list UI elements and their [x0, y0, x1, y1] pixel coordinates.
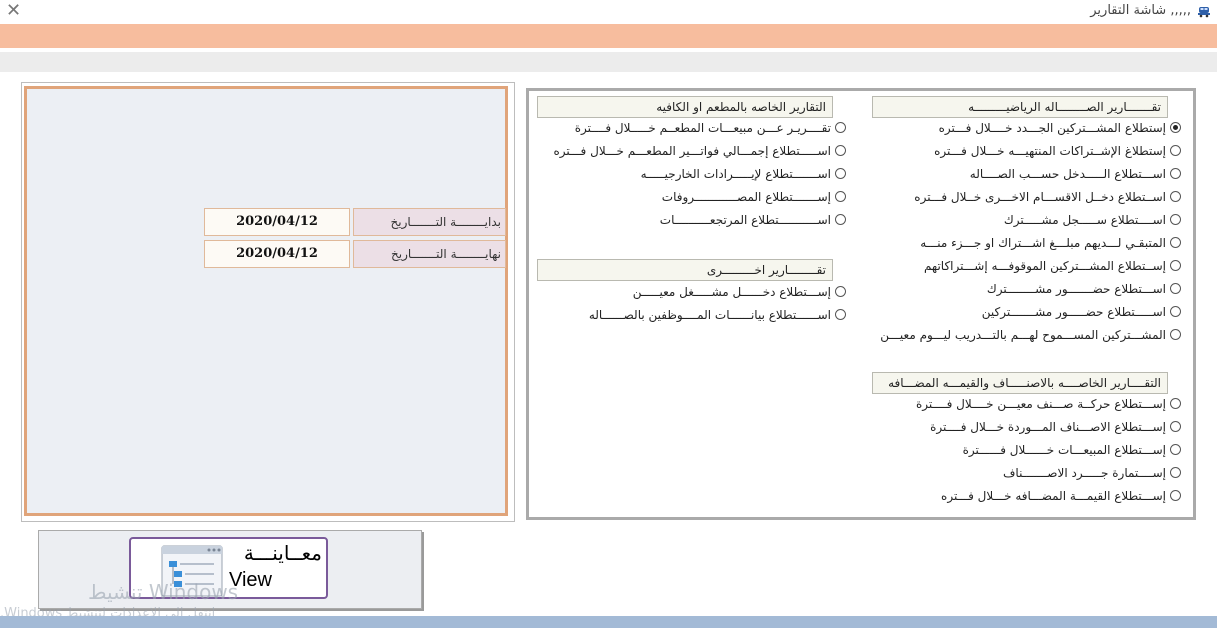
start-date-label: بدايــــــــة التـــــــاريخ [353, 208, 506, 236]
radio-option-label: إســـتطلاع حركــة صـــنف معيـــن خــــلا… [916, 397, 1166, 411]
items-reports-option[interactable]: إســـتطلاع القيمـــة المضـــافه خـــلال … [872, 485, 1184, 507]
radio-button[interactable] [835, 122, 846, 133]
items-reports-option[interactable]: إســـتطلاع حركــة صـــنف معيـــن خــــلا… [872, 393, 1184, 415]
radio-button[interactable] [1170, 398, 1181, 409]
radio-option-label: إســـتطلاع دخــــــل مشـــــغل معيـــــن [632, 285, 831, 299]
radio-option-label: إســـتطلاع المبيعـــات خــــــلال فـــــ… [962, 443, 1166, 457]
radio-option-label: اســـــتطلاع حضـــــور مشـــــــتركين [981, 305, 1166, 319]
radio-button[interactable] [1170, 421, 1181, 432]
restaurant-reports-option[interactable]: اســـــــــــتطلاع المرتجعــــــــــات [537, 209, 849, 231]
gym-reports-option[interactable]: اســـتطلاع حضـــــــور مشــــــــترك [872, 278, 1184, 300]
items-reports-option[interactable]: إســـتطلاع المبيعـــات خــــــلال فـــــ… [872, 439, 1184, 461]
restaurant-reports-option[interactable]: إســـــــتطلاع المصــــــــــــروفات [537, 186, 849, 208]
gym-reports-option[interactable]: إســتطلاع المشـــتركين الموقوفـــه إشـــ… [872, 255, 1184, 277]
date-panel [24, 86, 508, 516]
other-reports-title: تقــــــــارير اخـــــــــرى [537, 259, 833, 281]
gym-reports-option[interactable]: إستطلاع المشـــتركين الجـــدد خــــلال ف… [872, 117, 1184, 139]
radio-button[interactable] [835, 191, 846, 202]
radio-option-label: اســـــــــــتطلاع المرتجعــــــــــات [659, 213, 831, 227]
radio-button[interactable] [1170, 122, 1181, 133]
gym-reports-option[interactable]: اســـــتطلاع حضـــــور مشـــــــتركين [872, 301, 1184, 323]
radio-button[interactable] [1170, 260, 1181, 271]
radio-option-label: اســتطلاع دخــل الاقســـام الاخـــرى خــ… [914, 190, 1166, 204]
gym-reports-option[interactable]: إستطلاغ الإشــتراكات المنتهيـــه خـــلال… [872, 140, 1184, 162]
radio-option-label: اســـــتطلاع إجمـــالي فواتـــير المطعــ… [553, 144, 831, 158]
radio-option-label: إستطلاع المشـــتركين الجـــدد خــــلال ف… [938, 121, 1166, 135]
radio-option-label: المتبقـي لـــديهم مبلـــغ اشـــتراك او ج… [920, 236, 1166, 250]
window-title: ,,,,, شاشة التقارير [1090, 3, 1191, 18]
car-icon [1198, 7, 1210, 18]
close-icon[interactable]: ✕ [6, 1, 21, 21]
radio-button[interactable] [1170, 145, 1181, 156]
radio-button[interactable] [1170, 168, 1181, 179]
radio-button[interactable] [1170, 444, 1181, 455]
toolbar-band [0, 52, 1217, 72]
radio-button[interactable] [1170, 283, 1181, 294]
radio-button[interactable] [835, 214, 846, 225]
radio-button[interactable] [835, 309, 846, 320]
gym-reports-option[interactable]: اســتطلاع دخــل الاقســـام الاخـــرى خــ… [872, 186, 1184, 208]
radio-button[interactable] [1170, 490, 1181, 501]
end-date-label: نهايــــــــة التـــــــاريخ [353, 240, 506, 268]
end-date-field[interactable]: 2020/04/12 [204, 240, 350, 268]
radio-button[interactable] [1170, 467, 1181, 478]
gym-reports-option[interactable]: المشـــتركين المســـموح لهـــم بالتـــدر… [872, 324, 1184, 346]
radio-button[interactable] [835, 145, 846, 156]
header-band [0, 24, 1217, 48]
radio-button[interactable] [1170, 191, 1181, 202]
bottom-band [0, 616, 1217, 628]
restaurant-reports-option[interactable]: اســـــتطلاع إجمـــالي فواتـــير المطعــ… [537, 140, 849, 162]
radio-button[interactable] [1170, 214, 1181, 225]
radio-option-label: اســـتطلاع حضـــــــور مشــــــــترك [986, 282, 1166, 296]
radio-option-label: إســـتطلاع الاصـــناف المـــوردة خـــلال… [930, 420, 1166, 434]
radio-option-label: إســتطلاع المشـــتركين الموقوفـــه إشـــ… [923, 259, 1166, 273]
items-reports-option[interactable]: إســــتمارة جـــــرد الاصـــــــناف [872, 462, 1184, 484]
radio-button[interactable] [1170, 237, 1181, 248]
radio-option-label: إســـتطلاع القيمـــة المضـــافه خـــلال … [941, 489, 1166, 503]
gym-reports-option[interactable]: اســــتطلاع ســـــجل مشـــــترك [872, 209, 1184, 231]
radio-option-label: إســــتمارة جـــــرد الاصـــــــناف [1002, 466, 1166, 480]
other-reports-option[interactable]: اســــــتطلاع بيانــــــات المــــوظفين … [537, 304, 849, 326]
radio-button[interactable] [835, 286, 846, 297]
other-reports-option[interactable]: إســـتطلاع دخــــــل مشـــــغل معيـــــن [537, 281, 849, 303]
activation-watermark: تنشيط Windows [88, 580, 239, 604]
radio-option-label: المشـــتركين المســـموح لهـــم بالتـــدر… [880, 328, 1166, 342]
radio-button[interactable] [1170, 306, 1181, 317]
gym-reports-title: تقـــــــارير الصــــــــاله الرياضيــــ… [872, 96, 1168, 118]
restaurant-reports-title: التقارير الخاصه بالمطعم او الكافيه [537, 96, 833, 118]
view-label-arabic: معــاينـــة [243, 541, 322, 565]
radio-option-label: تقــــريـر عـــن مبيعـــات المطعــم خـــ… [574, 121, 831, 135]
gym-reports-option[interactable]: المتبقـي لـــديهم مبلـــغ اشـــتراك او ج… [872, 232, 1184, 254]
radio-option-label: إســـــــتطلاع المصــــــــــــروفات [661, 190, 831, 204]
radio-option-label: إستطلاغ الإشــتراكات المنتهيـــه خـــلال… [934, 144, 1166, 158]
start-date-field[interactable]: 2020/04/12 [204, 208, 350, 236]
radio-button[interactable] [835, 168, 846, 179]
restaurant-reports-option[interactable]: اســـــــتطلاع لإيـــــرادات الخارجيــــ… [537, 163, 849, 185]
gym-reports-option[interactable]: اســـتطلاع الـــــدخل حســـب الصــــاله [872, 163, 1184, 185]
title-bar: ✕ ,,,,, شاشة التقارير [0, 0, 1217, 24]
radio-button[interactable] [1170, 329, 1181, 340]
restaurant-reports-option[interactable]: تقــــريـر عـــن مبيعـــات المطعــم خـــ… [537, 117, 849, 139]
items-reports-option[interactable]: إســـتطلاع الاصـــناف المـــوردة خـــلال… [872, 416, 1184, 438]
radio-option-label: اســـــــتطلاع لإيـــــرادات الخارجيــــ… [640, 167, 831, 181]
items-reports-title: التقــــارير الخاصــــه بالاصنـــــاف وا… [872, 372, 1168, 394]
radio-option-label: اســــتطلاع ســـــجل مشـــــترك [1003, 213, 1166, 227]
radio-option-label: اســــــتطلاع بيانــــــات المــــوظفين … [588, 308, 831, 322]
radio-option-label: اســـتطلاع الـــــدخل حســـب الصــــاله [969, 167, 1166, 181]
